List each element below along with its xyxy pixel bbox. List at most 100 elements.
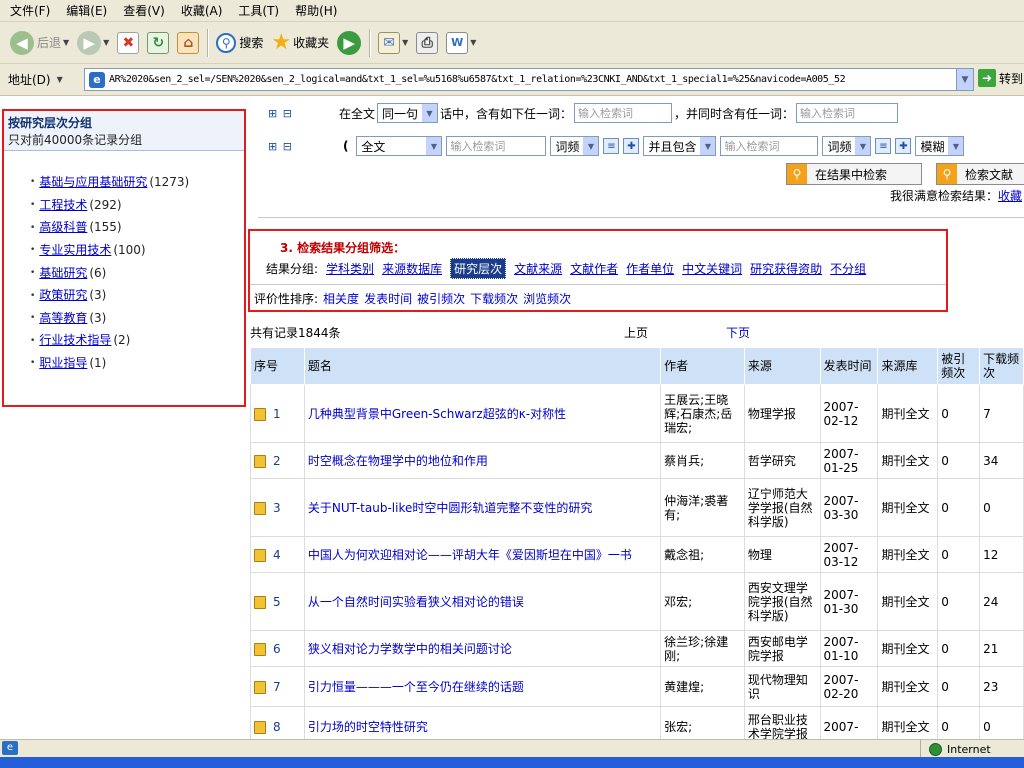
group-option-author[interactable]: 文献作者 [570,260,618,277]
title-link[interactable]: 引力场的时空特性研究 [303,706,662,739]
rank-option-downloads[interactable]: 下载频次 [470,290,518,307]
title-link-text[interactable]: 引力恒量———一个至今仍在继续的话题 [308,680,524,694]
title-link[interactable]: 引力恒量———一个至今仍在继续的话题 [303,666,662,707]
field-keyword-input-1[interactable]: 输入检索词 [446,136,547,156]
document-icon[interactable] [254,407,266,421]
row-number-text: 3 [273,500,281,515]
address-dropdown-icon[interactable]: ▼ [956,69,973,90]
back-button[interactable]: ◀ 后退 ▼ [6,26,73,60]
search-button[interactable]: ⚲ 搜索 [212,26,267,60]
mail-button[interactable]: ✉ ▼ [374,26,412,60]
search-in-results-button[interactable]: ⚲ 在结果中检索 [786,163,922,185]
title-link-text[interactable]: 几种典型背景中Green-Schwarz超弦的κ-对称性 [308,407,566,421]
menu-help[interactable]: 帮助(H) [287,0,345,22]
search-row-2: ⊞ ⊟ ( 全文 ▼ 输入检索词 词频 ▼ ≡ ✚ 并且包含 ▼ 输入检索词 词频 ▼ … [268,135,966,157]
downloads-cell: 21 [979,630,1024,667]
back-dropdown-icon[interactable]: ▼ [63,38,69,47]
group-link[interactable]: 职业指导 [39,356,87,370]
group-option-keyword[interactable]: 中文关键词 [682,260,742,277]
rank-option-relevance[interactable]: 相关度 [323,290,359,307]
edit-button[interactable]: W ▼ [442,26,480,60]
group-option-research-level[interactable]: 研究层次 [450,258,507,279]
group-link[interactable]: 基础与应用基础研究 [39,175,147,189]
add-remove-row-icon[interactable]: ⊞ ⊟ [268,140,293,153]
field-keyword-input-2[interactable]: 输入检索词 [720,136,819,156]
forward-button[interactable]: ▶ ▼ [73,26,113,60]
title-link[interactable]: 关于NUT-taub-like时空中圆形轨道完整不变性的研究 [303,478,662,537]
group-link[interactable]: 专业实用技术 [39,243,111,257]
rank-option-citations[interactable]: 被引频次 [417,290,465,307]
add-icon[interactable]: ✚ [623,138,640,154]
title-link-text[interactable]: 狭义相对论力学数学中的相关问题讨论 [308,642,512,656]
add-icon[interactable]: ✚ [895,138,912,154]
mail-dropdown-icon[interactable]: ▼ [402,38,408,47]
address-links-dropdown-icon[interactable]: ▼ [57,75,63,84]
document-icon[interactable] [254,454,266,468]
title-link-text[interactable]: 中国人为何欢迎相对论——评胡大年《爱因斯坦在中国》一书 [308,548,632,562]
prev-page-link[interactable]: 上页 [624,324,648,341]
group-option-database[interactable]: 来源数据库 [382,260,442,277]
add-remove-row-icon[interactable]: ⊞ ⊟ [268,107,293,120]
group-link[interactable]: 基础研究 [39,266,87,280]
frequency-select-1[interactable]: 词频 ▼ [550,136,600,156]
refresh-button[interactable]: ↻ [143,26,173,60]
title-link-text[interactable]: 从一个自然时间实验看狭义相对论的错误 [308,595,524,609]
scope-select[interactable]: 同一句 ▼ [376,103,438,123]
menu-favorites[interactable]: 收藏(A) [173,0,231,22]
group-option-source[interactable]: 文献来源 [514,260,562,277]
title-link[interactable]: 狭义相对论力学数学中的相关问题讨论 [303,630,662,667]
forward-dropdown-icon[interactable]: ▼ [103,38,109,47]
media-button[interactable]: ▶ [333,26,365,60]
group-link[interactable]: 政策研究 [39,288,87,302]
group-link[interactable]: 行业技术指导 [39,333,111,347]
group-option-funding[interactable]: 研究获得资助 [750,260,822,277]
group-link[interactable]: 高等教育 [39,311,87,325]
group-item: 专业实用技术(100) [30,239,244,262]
database-cell-text: 期刊全文 [881,719,930,734]
match-select[interactable]: 模糊 ▼ [915,136,965,156]
document-icon[interactable] [254,642,266,656]
menu-edit[interactable]: 编辑(E) [58,0,115,22]
menu-view[interactable]: 查看(V) [115,0,173,22]
title-link[interactable]: 从一个自然时间实验看狭义相对论的错误 [303,572,662,631]
row-number: 3 [250,478,305,537]
document-icon[interactable] [254,548,266,562]
menu-tools[interactable]: 工具(T) [230,0,287,22]
go-button[interactable]: ➜ 转到 [978,69,1023,87]
title-link-text[interactable]: 引力场的时空特性研究 [308,720,428,734]
title-link[interactable]: 中国人为何欢迎相对论——评胡大年《爱因斯坦在中国》一书 [303,536,662,573]
expand-icon[interactable]: ≡ [875,138,892,154]
keyword-input-1[interactable]: 输入检索词 [573,103,672,123]
title-link[interactable]: 几种典型背景中Green-Schwarz超弦的κ-对称性 [303,384,662,443]
group-option-none[interactable]: 不分组 [830,260,866,277]
title-link-text[interactable]: 时空概念在物理学中的地位和作用 [308,454,488,468]
group-option-subject[interactable]: 学科类别 [326,260,374,277]
frequency-select-2[interactable]: 词频 ▼ [822,136,872,156]
menu-file[interactable]: 文件(F) [2,0,58,22]
group-link[interactable]: 工程技术 [39,198,87,212]
group-link[interactable]: 高级科普 [39,220,87,234]
field-select[interactable]: 全文 ▼ [356,136,443,156]
favorites-button[interactable]: ★ 收藏夹 [267,26,333,60]
document-icon[interactable] [254,720,266,734]
title-link-text[interactable]: 关于NUT-taub-like时空中圆形轨道完整不变性的研究 [308,501,593,515]
edit-dropdown-icon[interactable]: ▼ [470,38,476,47]
print-button[interactable]: ⎙ [412,26,442,60]
search-documents-button[interactable]: ⚲ 检索文献 [936,163,1024,185]
stop-button[interactable]: ✖ [113,26,143,60]
rank-option-date[interactable]: 发表时间 [364,290,412,307]
next-page-link[interactable]: 下页 [726,324,750,341]
document-icon[interactable] [254,680,266,694]
favorite-link[interactable]: 收藏 [998,189,1022,203]
citations-cell: 0 [937,572,981,631]
document-icon[interactable] [254,595,266,609]
document-icon[interactable] [254,501,266,515]
expand-icon[interactable]: ≡ [603,138,620,154]
home-button[interactable]: ⌂ [173,26,203,60]
logic-select[interactable]: 并且包含 ▼ [643,136,717,156]
group-option-institution[interactable]: 作者单位 [626,260,674,277]
address-input[interactable]: e AR%2020&sen_2_sel=/SEN%2020&sen_2_logi… [84,68,974,91]
title-link[interactable]: 时空概念在物理学中的地位和作用 [303,442,662,479]
rank-option-views[interactable]: 浏览频次 [523,290,571,307]
keyword-input-2[interactable]: 输入检索词 [796,103,898,123]
